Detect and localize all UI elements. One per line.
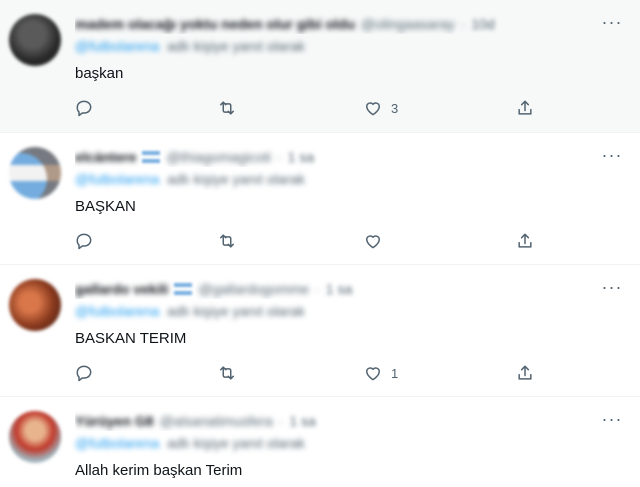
separator: · [276,149,282,165]
tweet-header: gallardo vekili @gallardogomme · 1 sa [75,279,580,299]
reply-context-text: adlı kişiye yanıt olarak [167,303,305,319]
heart-icon [366,102,380,116]
handle[interactable]: @olingaasaray [361,16,455,32]
reply-context: @futbolarena adlı kişiye yanıt olarak [75,435,305,451]
handle[interactable]: @thiagomagicoti [166,149,271,165]
tweet-text: Allah kerim başkan Terim [75,462,243,479]
share-icon [518,365,532,380]
reply-mention[interactable]: @futbolarena [75,303,159,319]
heart-icon [366,235,380,249]
reply-mention[interactable]: @futbolarena [75,171,159,187]
reply-context: @futbolarena adlı kişiye yanıt olarak [75,171,305,187]
tweet-item[interactable]: madem olacağı yoktu neden olur gibi oldu… [0,0,640,133]
reply-context-text: adlı kişiye yanıt olarak [167,38,305,54]
like-button[interactable]: 3 [363,96,398,120]
tweet-item[interactable]: elcántere @thiagomagicoti · 1 sa ··· @fu… [0,133,640,265]
retweet-icon [220,101,234,115]
more-dots-icon[interactable]: ··· [602,277,622,297]
display-name[interactable]: Yürüyen G8 [75,413,154,429]
tweet-text: BASKAN TERIM [75,330,187,347]
reply-button[interactable] [74,361,94,385]
retweet-button[interactable] [217,361,237,385]
reply-context-text: adlı kişiye yanıt olarak [167,171,305,187]
argentina-flag-icon [174,283,193,295]
share-button[interactable] [515,229,535,253]
reply-icon [76,365,92,382]
tweet-header: madem olacağı yoktu neden olur gibi oldu… [75,14,580,34]
tweet-text: başkan [75,65,124,82]
retweet-button[interactable] [217,96,237,120]
timestamp[interactable]: 10d [471,16,494,32]
retweet-icon [220,234,234,248]
avatar[interactable] [9,14,61,66]
action-bar: 3 [72,96,542,120]
reply-button[interactable] [74,96,94,120]
tweet-item[interactable]: Yürüyen G8 @alsanatimusfera · 1 sa ··· @… [0,397,640,487]
avatar[interactable] [9,279,61,331]
like-button[interactable]: 1 [363,361,398,385]
retweet-icon [220,366,234,380]
heart-icon [366,367,380,381]
like-button[interactable] [363,229,391,253]
reply-context: @futbolarena adlı kişiye yanıt olarak [75,38,305,54]
tweet-text: BAŞKAN [75,198,136,215]
like-count: 1 [391,365,399,381]
share-icon [518,100,532,115]
argentina-flag-icon [142,151,161,163]
more-dots-icon[interactable]: ··· [602,12,622,32]
separator: · [278,413,284,429]
avatar[interactable] [9,411,61,463]
reply-context-text: adlı kişiye yanıt olarak [167,435,305,451]
display-name[interactable]: gallardo vekili [75,281,168,297]
action-bar [72,229,542,253]
reply-icon [76,233,92,250]
reply-button[interactable] [74,229,94,253]
more-dots-icon[interactable]: ··· [602,409,622,429]
reply-feed: madem olacağı yoktu neden olur gibi oldu… [0,0,640,487]
handle[interactable]: @gallardogomme [198,281,309,297]
separator: · [460,16,466,32]
tweet-header: Yürüyen G8 @alsanatimusfera · 1 sa [75,411,580,431]
share-icon [518,233,532,248]
share-button[interactable] [515,361,535,385]
reply-context: @futbolarena adlı kişiye yanıt olarak [75,303,305,319]
more-dots-icon[interactable]: ··· [602,145,622,165]
share-button[interactable] [515,96,535,120]
tweet-header: elcántere @thiagomagicoti · 1 sa [75,147,580,167]
avatar[interactable] [9,147,61,199]
display-name[interactable]: elcántere [75,149,136,165]
timestamp[interactable]: 1 sa [288,149,314,165]
reply-icon [76,100,92,117]
timestamp[interactable]: 1 sa [289,413,315,429]
separator: · [315,281,320,297]
timestamp[interactable]: 1 sa [326,281,352,297]
reply-mention[interactable]: @futbolarena [75,435,159,451]
display-name[interactable]: madem olacağı yoktu neden olur gibi oldu [75,16,355,32]
action-bar: 1 [72,361,542,385]
tweet-item[interactable]: gallardo vekili @gallardogomme · 1 sa ··… [0,265,640,397]
retweet-button[interactable] [217,229,237,253]
like-count: 3 [391,100,399,116]
handle[interactable]: @alsanatimusfera [160,413,273,429]
reply-mention[interactable]: @futbolarena [75,38,159,54]
